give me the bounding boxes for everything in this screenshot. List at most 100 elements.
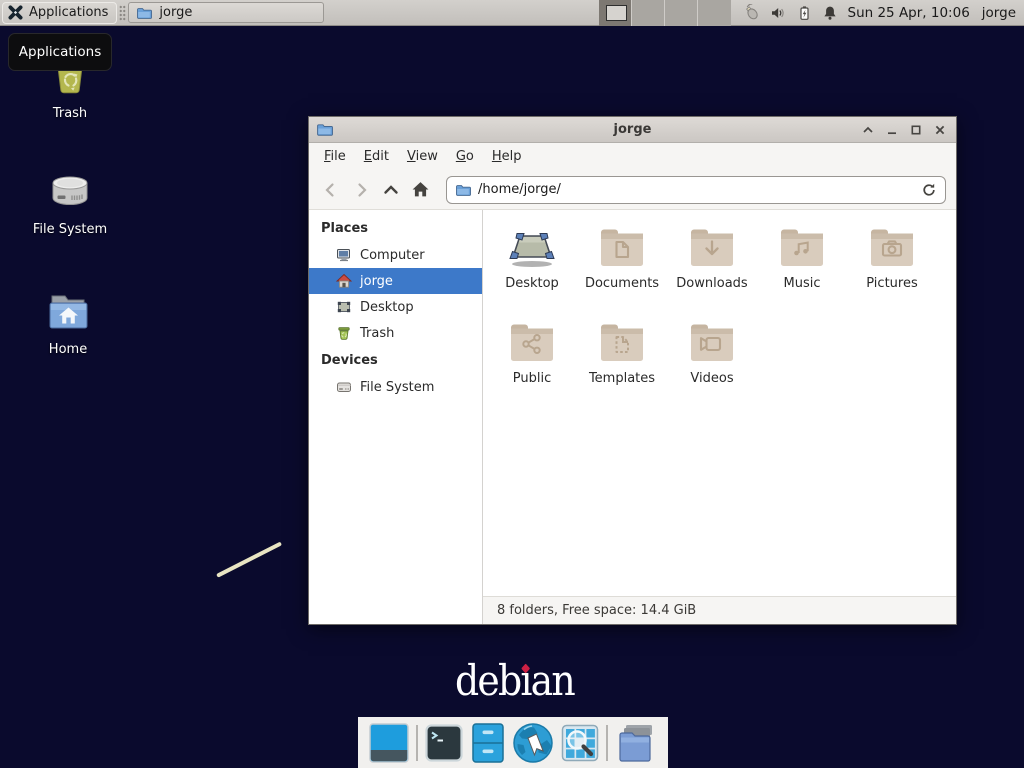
documents-folder-icon xyxy=(596,224,648,270)
sidebar-item-jorge[interactable]: jorge xyxy=(309,268,482,294)
menu-file[interactable]: File xyxy=(315,145,355,168)
home-icon xyxy=(336,273,352,289)
workspace-switcher xyxy=(599,0,731,26)
sidebar-item-trash[interactable]: Trash xyxy=(309,320,482,346)
shade-button[interactable] xyxy=(860,122,875,137)
folder-item-public[interactable]: Public xyxy=(487,315,577,410)
templates-folder-icon xyxy=(596,319,648,365)
panel-username[interactable]: jorge xyxy=(982,5,1016,21)
back-button[interactable] xyxy=(317,176,344,203)
dock-separator xyxy=(416,725,418,761)
battery-charging-icon[interactable] xyxy=(796,5,812,21)
sidebar-header-places: Places xyxy=(309,214,482,242)
reload-button[interactable] xyxy=(921,182,937,198)
input-device-icon[interactable] xyxy=(743,4,760,21)
sidebar-header-devices: Devices xyxy=(309,346,482,374)
volume-icon[interactable] xyxy=(770,5,786,21)
trash-icon xyxy=(336,325,352,341)
tooltip-text: Applications xyxy=(19,44,101,60)
window-titlebar[interactable]: jorge xyxy=(309,117,956,143)
sidebar-item-label: Computer xyxy=(360,248,425,263)
drive-icon xyxy=(336,379,352,395)
folder-item-downloads[interactable]: Downloads xyxy=(667,220,757,315)
desktop-icon-file-system[interactable]: File System xyxy=(22,170,118,237)
forward-button[interactable] xyxy=(347,176,374,203)
workspace-3[interactable] xyxy=(665,0,698,26)
menu-go[interactable]: Go xyxy=(447,145,483,168)
folder-item-templates[interactable]: Templates xyxy=(577,315,667,410)
side-pane: Places Computer xyxy=(309,210,483,624)
applications-menu-button[interactable]: Applications xyxy=(2,2,117,24)
music-folder-icon xyxy=(776,224,828,270)
workspace-4[interactable] xyxy=(698,0,731,26)
file-folder-icon[interactable] xyxy=(615,723,657,763)
folder-label: Documents xyxy=(585,276,659,291)
sidebar-item-label: Desktop xyxy=(360,300,414,315)
desktop-icon-label: File System xyxy=(33,222,107,237)
top-panel: Applications jorge xyxy=(0,0,1024,26)
location-path: /home/jorge/ xyxy=(478,182,561,197)
folder-label: Desktop xyxy=(505,276,559,291)
folder-item-documents[interactable]: Documents xyxy=(577,220,667,315)
menu-edit[interactable]: Edit xyxy=(355,145,398,168)
sidebar-item-desktop[interactable]: Desktop xyxy=(309,294,482,320)
terminal-emulator-icon[interactable] xyxy=(425,724,463,762)
folder-icon xyxy=(455,182,471,198)
status-text: 8 folders, Free space: 14.4 GiB xyxy=(497,603,696,618)
folder-item-desktop[interactable]: Desktop xyxy=(487,220,577,315)
folder-label: Videos xyxy=(690,371,733,386)
desktop-icon-label: Home xyxy=(49,342,87,357)
desktop-icon-label: Trash xyxy=(53,106,87,121)
workspace-1[interactable] xyxy=(599,0,632,26)
maximize-button[interactable] xyxy=(908,122,923,137)
minimize-button[interactable] xyxy=(884,122,899,137)
file-manager-icon[interactable] xyxy=(470,723,506,763)
panel-clock[interactable]: Sun 25 Apr, 10:06 xyxy=(848,5,970,21)
dock-separator xyxy=(606,725,608,761)
xfce-logo-icon xyxy=(7,4,24,21)
home-folder-icon xyxy=(45,290,91,336)
folder-label: Pictures xyxy=(866,276,917,291)
folder-label: Public xyxy=(513,371,551,386)
applications-tooltip: Applications xyxy=(8,33,112,71)
sidebar-item-label: jorge xyxy=(360,274,393,289)
menu-view[interactable]: View xyxy=(398,145,447,168)
show-desktop-icon[interactable] xyxy=(369,723,409,763)
close-button[interactable] xyxy=(932,122,947,137)
up-button[interactable] xyxy=(377,176,404,203)
logo-text-i: ı xyxy=(520,659,530,703)
taskbar-window-button[interactable]: jorge xyxy=(128,2,324,23)
desktop-folder-icon xyxy=(506,224,558,270)
folder-item-music[interactable]: Music xyxy=(757,220,847,315)
computer-icon xyxy=(336,247,352,263)
statusbar: 8 folders, Free space: 14.4 GiB xyxy=(483,596,956,624)
sidebar-item-file-system[interactable]: File System xyxy=(309,374,482,400)
application-finder-icon[interactable] xyxy=(561,724,599,762)
file-view: Desktop Documents xyxy=(483,210,956,596)
desktop-scratch-line xyxy=(216,542,282,578)
folder-label: Downloads xyxy=(676,276,747,291)
notifications-icon[interactable] xyxy=(822,5,838,21)
logo-text-post: an xyxy=(531,656,574,705)
panel-handle[interactable] xyxy=(119,5,126,21)
pictures-folder-icon xyxy=(866,224,918,270)
toolbar: /home/jorge/ xyxy=(309,170,956,210)
folder-item-videos[interactable]: Videos xyxy=(667,315,757,410)
workspace-2[interactable] xyxy=(632,0,665,26)
downloads-folder-icon xyxy=(686,224,738,270)
desktop-icon-home[interactable]: Home xyxy=(20,290,116,357)
folder-label: Templates xyxy=(589,371,655,386)
drive-icon xyxy=(47,170,93,216)
public-folder-icon xyxy=(506,319,558,365)
web-browser-icon[interactable] xyxy=(512,722,554,764)
applications-menu-label: Applications xyxy=(29,5,108,20)
sidebar-item-computer[interactable]: Computer xyxy=(309,242,482,268)
sidebar-item-label: Trash xyxy=(360,326,394,341)
folder-label: Music xyxy=(784,276,821,291)
folder-icon xyxy=(136,5,152,21)
home-button[interactable] xyxy=(407,176,434,203)
logo-text-pre: deb xyxy=(455,656,520,705)
folder-item-pictures[interactable]: Pictures xyxy=(847,220,937,315)
menu-help[interactable]: Help xyxy=(483,145,531,168)
location-bar[interactable]: /home/jorge/ xyxy=(446,176,946,204)
